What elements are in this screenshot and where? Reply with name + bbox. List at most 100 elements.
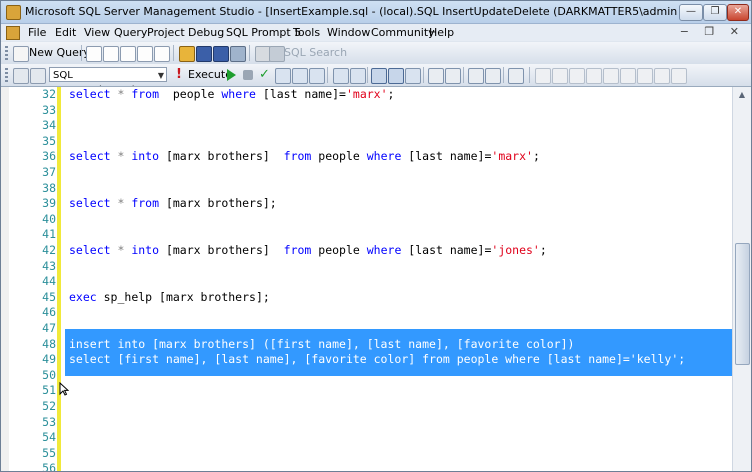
line-number: 48 bbox=[42, 336, 56, 351]
scroll-up-icon[interactable]: ▲ bbox=[735, 88, 749, 102]
encapsulate-icon[interactable] bbox=[671, 68, 687, 84]
code-token: sp_help [marx brothers]; bbox=[96, 289, 270, 304]
code-line[interactable]: select * from people where [last name]='… bbox=[69, 87, 394, 101]
code-token: 'marx' bbox=[345, 87, 388, 101]
clear-bookmarks-icon[interactable] bbox=[586, 68, 602, 84]
scrollbar-thumb[interactable] bbox=[735, 243, 750, 365]
change-connection-icon[interactable] bbox=[30, 68, 46, 84]
menu-debug[interactable]: Debug bbox=[188, 26, 224, 39]
analyze-query-icon[interactable] bbox=[309, 68, 325, 84]
specify-values-icon[interactable] bbox=[508, 68, 524, 84]
qualify-objects-icon[interactable] bbox=[637, 68, 653, 84]
activity-monitor-icon[interactable] bbox=[230, 46, 246, 62]
line-number: 40 bbox=[42, 211, 56, 226]
menu-window[interactable]: Window bbox=[327, 26, 370, 39]
client-statistics-icon[interactable] bbox=[350, 68, 366, 84]
code-line[interactable]: select * from [marx brothers]; bbox=[69, 196, 277, 210]
standard-toolbar: New Query SQL Search bbox=[1, 42, 751, 65]
code-token: where bbox=[221, 87, 256, 101]
menu-edit[interactable]: Edit bbox=[55, 26, 76, 39]
next-bookmark-icon[interactable] bbox=[569, 68, 585, 84]
execute-icon: ! bbox=[176, 67, 182, 82]
menu-query[interactable]: Query bbox=[114, 26, 147, 39]
bookmark-icon[interactable] bbox=[535, 68, 551, 84]
decrease-indent-icon[interactable] bbox=[468, 68, 484, 84]
query-editor[interactable]: 32 33 34 35 36 37 38 39 40 41 42 43 44 45 46 47 48 49 50 51… bbox=[1, 86, 751, 471]
menu-help[interactable]: Help bbox=[429, 26, 454, 39]
save-icon[interactable] bbox=[196, 46, 212, 62]
menu-tools[interactable]: Tools bbox=[293, 26, 320, 39]
code-token: into bbox=[131, 149, 160, 164]
toolbar-separator bbox=[423, 67, 424, 83]
menu-sql-prompt[interactable]: SQL Prompt 5 bbox=[226, 26, 301, 39]
open-file-icon[interactable] bbox=[179, 46, 195, 62]
code-token: select bbox=[69, 196, 111, 211]
execute-button[interactable]: Execute bbox=[188, 67, 232, 83]
code-token: from bbox=[283, 149, 312, 164]
results-to-grid-icon[interactable] bbox=[388, 68, 404, 84]
line-number: 44 bbox=[42, 274, 56, 289]
code-token: ; bbox=[539, 243, 547, 257]
toolbar-grip[interactable] bbox=[5, 46, 8, 60]
document-icon[interactable] bbox=[6, 26, 20, 40]
line-number: 32 bbox=[42, 87, 56, 101]
prev-bookmark-icon[interactable] bbox=[552, 68, 568, 84]
menu-view[interactable]: View bbox=[84, 26, 110, 39]
results-to-text-icon[interactable] bbox=[371, 68, 387, 84]
maximize-button[interactable]: ❐ bbox=[703, 4, 727, 21]
code-area[interactable]: select * from people where [last name]='… bbox=[65, 87, 733, 471]
increase-indent-icon[interactable] bbox=[485, 68, 501, 84]
menu-community[interactable]: Community bbox=[371, 26, 435, 39]
menu-project[interactable]: Project bbox=[147, 26, 185, 39]
minimize-button[interactable]: — bbox=[679, 4, 703, 21]
code-token: where bbox=[366, 149, 402, 164]
code-line[interactable]: insert into [marx brothers] ([first name… bbox=[69, 337, 574, 351]
format-sql-icon[interactable] bbox=[603, 68, 619, 84]
display-estimated-plan-icon[interactable] bbox=[275, 68, 291, 84]
line-number: 55 bbox=[42, 445, 56, 460]
connect-icon[interactable] bbox=[13, 68, 29, 84]
line-number-gutter: 32 33 34 35 36 37 38 39 40 41 42 43 44 45 46 47 48 49 50 51… bbox=[9, 87, 56, 471]
parse-icon[interactable]: ✓ bbox=[259, 68, 273, 82]
dmx-query-icon[interactable] bbox=[137, 46, 153, 62]
toolbar-separator bbox=[249, 45, 250, 61]
comment-icon[interactable] bbox=[428, 68, 444, 84]
summarize-script-icon[interactable] bbox=[654, 68, 670, 84]
code-token: 'jones' bbox=[491, 243, 540, 257]
close-button[interactable]: ✕ bbox=[727, 4, 749, 21]
document-window-controls[interactable]: − ❐ ✕ bbox=[680, 25, 745, 38]
sql-search-button[interactable]: SQL Search bbox=[284, 45, 347, 61]
new-query-icon bbox=[13, 46, 29, 62]
results-to-file-icon[interactable] bbox=[405, 68, 421, 84]
query-designer-icon[interactable] bbox=[292, 68, 308, 84]
save-all-icon[interactable] bbox=[213, 46, 229, 62]
menu-file[interactable]: File bbox=[28, 26, 46, 39]
xmla-query-icon[interactable] bbox=[154, 46, 170, 62]
editor-margin[interactable] bbox=[1, 87, 9, 471]
app-icon bbox=[6, 5, 21, 20]
code-token: * bbox=[110, 196, 132, 211]
code-token: where bbox=[366, 243, 402, 257]
code-token: people bbox=[159, 87, 222, 101]
code-token: select bbox=[69, 243, 111, 257]
vertical-scrollbar[interactable]: ▲ bbox=[732, 87, 751, 471]
cancel-query-icon[interactable] bbox=[243, 70, 253, 80]
toolbar-grip[interactable] bbox=[5, 68, 8, 82]
line-number: 54 bbox=[42, 430, 56, 445]
analysis-services-query-icon[interactable] bbox=[103, 46, 119, 62]
code-line[interactable]: select * into [marx brothers] from peopl… bbox=[69, 149, 540, 163]
sql-search-icon[interactable] bbox=[269, 46, 285, 62]
code-token: [marx brothers] bbox=[159, 149, 284, 164]
code-line[interactable]: select * into [marx brothers] from peopl… bbox=[69, 243, 547, 257]
include-actual-plan-icon[interactable] bbox=[333, 68, 349, 84]
uncomment-icon[interactable] bbox=[445, 68, 461, 84]
expand-wildcards-icon[interactable] bbox=[620, 68, 636, 84]
code-line[interactable]: select [first name], [last name], [favor… bbox=[69, 352, 685, 366]
debug-icon[interactable] bbox=[227, 69, 236, 81]
code-line[interactable]: exec sp_help [marx brothers]; bbox=[69, 290, 270, 304]
database-selector[interactable]: SQL InsertUpdateDelete ▼ bbox=[49, 67, 167, 96]
database-engine-query-icon[interactable] bbox=[86, 46, 102, 62]
line-number: 52 bbox=[42, 399, 56, 413]
code-token: [last name]= bbox=[401, 243, 492, 257]
mdx-query-icon[interactable] bbox=[120, 46, 136, 62]
